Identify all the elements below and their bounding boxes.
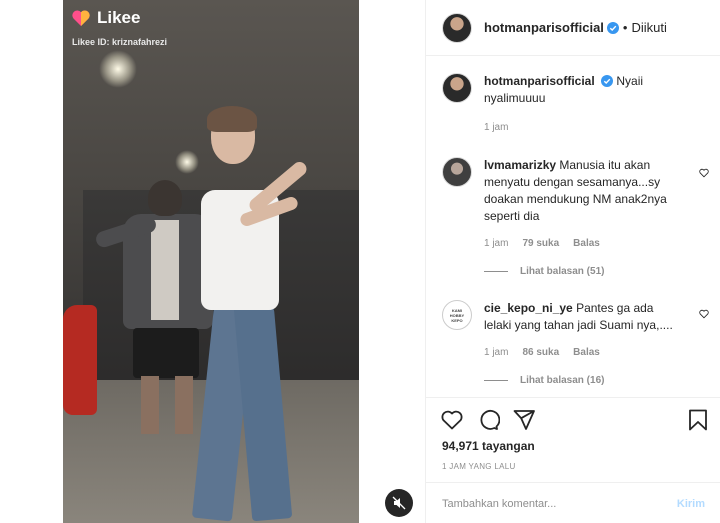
comment-username[interactable]: cie_kepo_ni_ye xyxy=(484,301,573,315)
post-viewer: Likee Likee ID: kriznafahrezi hotmanpari… xyxy=(0,0,720,523)
ceiling-light xyxy=(99,50,137,88)
likee-watermark: Likee xyxy=(71,8,140,28)
comment-input[interactable] xyxy=(442,497,677,510)
avatar[interactable] xyxy=(442,73,472,103)
avatar[interactable] xyxy=(442,12,472,43)
caption-time: 1 jam xyxy=(484,122,509,133)
comment-time: 1 jam xyxy=(484,238,509,249)
heart-icon[interactable] xyxy=(699,309,709,319)
likee-id: Likee ID: kriznafahrezi xyxy=(72,37,168,47)
view-count[interactable]: 94,971 tayangan xyxy=(442,439,535,453)
bookmark-icon[interactable] xyxy=(686,408,710,432)
like-heart-icon[interactable] xyxy=(440,408,464,432)
view-replies-label: Lihat balasan (16) xyxy=(520,375,605,386)
main-dancer xyxy=(173,106,333,523)
comment-composer: Kirim xyxy=(426,482,720,523)
follow-status-button[interactable]: Diikuti xyxy=(631,20,666,35)
post-header: hotmanparisofficial • Diikuti xyxy=(426,0,720,56)
comment-username[interactable]: lvmamarizky xyxy=(484,158,556,172)
media-area: Likee Likee ID: kriznafahrezi xyxy=(0,0,425,523)
speaker-muted-icon xyxy=(392,496,406,510)
reply-button[interactable]: Balas xyxy=(573,235,600,252)
action-icons xyxy=(440,408,710,434)
separator-dot: • xyxy=(622,20,628,35)
verified-badge-icon xyxy=(606,21,619,34)
heart-icon[interactable] xyxy=(699,168,709,178)
video-player[interactable]: Likee Likee ID: kriznafahrezi xyxy=(63,0,359,523)
comment-item: lvmamarizky Manusia itu akan menyatu den… xyxy=(442,157,712,252)
likee-brand: Likee xyxy=(97,8,141,27)
comments-list: hotmanparisofficial Nyaii nyalimuuuu 1 j… xyxy=(426,57,720,397)
caption-username[interactable]: hotmanparisofficial xyxy=(484,74,595,88)
post-comment-button[interactable]: Kirim xyxy=(677,498,705,510)
avatar[interactable]: KAMI HOBBY KEPO xyxy=(442,300,472,330)
view-replies-label: Lihat balasan (51) xyxy=(520,266,605,277)
view-replies-button[interactable]: Lihat balasan (51) xyxy=(484,266,604,277)
post-actions: 94,971 tayangan 1 JAM YANG LALU Kirim xyxy=(426,397,720,523)
avatar[interactable] xyxy=(442,157,472,187)
scooter xyxy=(63,305,97,415)
replies-divider xyxy=(484,271,508,272)
view-replies-button[interactable]: Lihat balasan (16) xyxy=(484,375,604,386)
post-timestamp: 1 JAM YANG LALU xyxy=(442,462,516,471)
header-username[interactable]: hotmanparisofficial xyxy=(484,20,604,35)
likee-heart-icon xyxy=(72,10,90,26)
reply-button[interactable]: Balas xyxy=(573,344,600,361)
caption: hotmanparisofficial Nyaii nyalimuuuu 1 j… xyxy=(442,73,712,136)
share-icon[interactable] xyxy=(512,408,536,432)
replies-divider xyxy=(484,380,508,381)
comment-item: KAMI HOBBY KEPO cie_kepo_ni_ye Pantes ga a… xyxy=(442,300,712,361)
post-side-panel: hotmanparisofficial • Diikuti hotmanpari… xyxy=(425,0,720,523)
comment-likes[interactable]: 79 suka xyxy=(522,235,559,252)
comment-time: 1 jam xyxy=(484,347,509,358)
mute-button[interactable] xyxy=(385,489,413,517)
comment-likes[interactable]: 86 suka xyxy=(522,344,559,361)
verified-badge-icon xyxy=(601,75,614,87)
comment-icon[interactable] xyxy=(476,408,500,432)
